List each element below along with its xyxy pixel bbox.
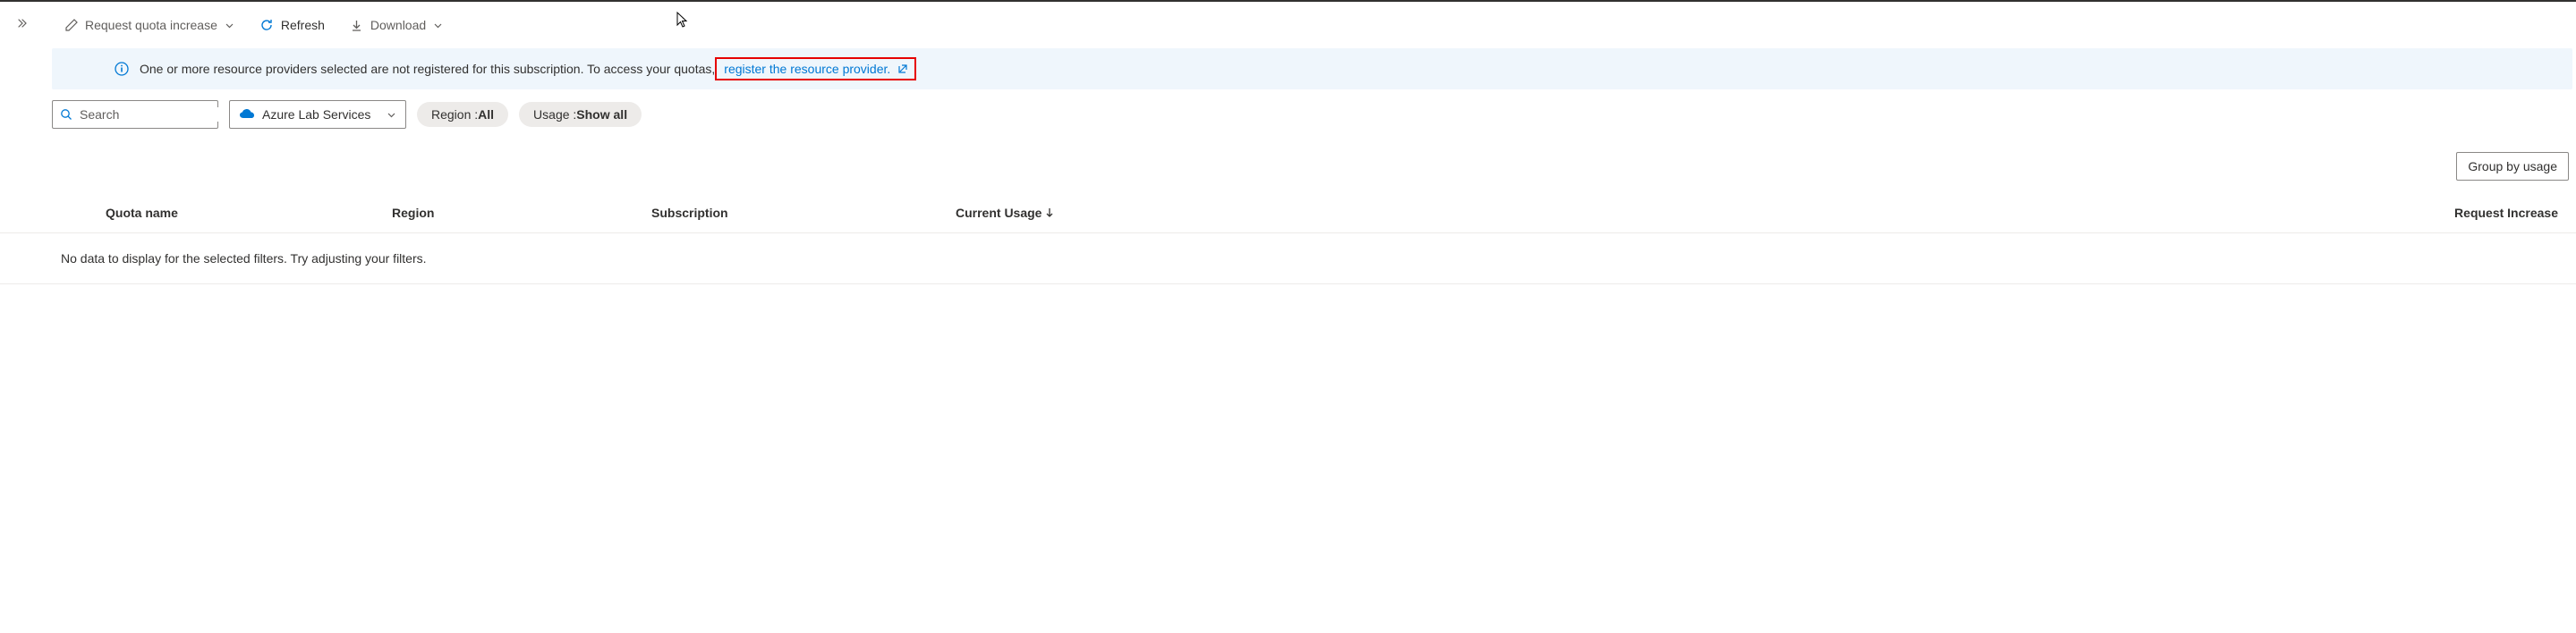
- filters-row: Azure Lab Services Region : All Usage : …: [0, 89, 2576, 139]
- refresh-icon: [259, 18, 274, 32]
- column-current-usage[interactable]: Current Usage: [956, 206, 1510, 220]
- column-current-usage-label: Current Usage: [956, 206, 1041, 220]
- info-icon: [115, 62, 129, 76]
- external-link-icon: [896, 63, 907, 75]
- pencil-icon: [64, 19, 78, 32]
- usage-filter-pill[interactable]: Usage : Show all: [519, 102, 642, 127]
- group-by-row: Group by usage: [0, 139, 2576, 193]
- provider-dropdown[interactable]: Azure Lab Services: [229, 100, 406, 129]
- register-provider-link-highlight: register the resource provider.: [715, 57, 916, 80]
- column-region[interactable]: Region: [392, 206, 651, 220]
- region-filter-value: All: [478, 107, 494, 122]
- banner-message: One or more resource providers selected …: [140, 62, 715, 76]
- usage-filter-value: Show all: [576, 107, 627, 122]
- table-header: Quota name Region Subscription Current U…: [0, 193, 2576, 233]
- chevron-down-icon: [433, 21, 443, 30]
- refresh-button[interactable]: Refresh: [251, 13, 334, 38]
- download-button[interactable]: Download: [341, 13, 452, 38]
- register-provider-link[interactable]: register the resource provider.: [724, 62, 890, 76]
- azure-cloud-icon: [239, 108, 255, 121]
- column-request-increase[interactable]: Request Increase: [1510, 206, 2576, 220]
- column-subscription[interactable]: Subscription: [651, 206, 956, 220]
- info-banner: One or more resource providers selected …: [52, 48, 2572, 89]
- region-filter-pill[interactable]: Region : All: [417, 102, 508, 127]
- search-icon: [60, 108, 72, 121]
- download-label: Download: [370, 18, 426, 32]
- region-filter-label: Region :: [431, 107, 478, 122]
- request-quota-button[interactable]: Request quota increase: [55, 13, 243, 38]
- usage-filter-label: Usage :: [533, 107, 576, 122]
- toolbar: Request quota increase Refresh Download: [0, 2, 2576, 48]
- chevron-down-icon: [225, 21, 234, 30]
- sort-down-icon: [1045, 207, 1054, 218]
- search-input-container[interactable]: [52, 100, 218, 129]
- download-icon: [350, 19, 363, 32]
- chevron-down-icon: [387, 110, 396, 120]
- empty-state-message: No data to display for the selected filt…: [0, 233, 2576, 284]
- provider-label: Azure Lab Services: [262, 107, 370, 122]
- expand-chevron-icon[interactable]: [16, 18, 29, 30]
- request-quota-label: Request quota increase: [85, 18, 217, 32]
- group-by-label: Group by usage: [2468, 159, 2557, 173]
- column-quota-name[interactable]: Quota name: [52, 206, 392, 220]
- register-provider-link-text: register the resource provider.: [724, 62, 890, 76]
- group-by-dropdown[interactable]: Group by usage: [2456, 152, 2569, 181]
- refresh-label: Refresh: [281, 18, 325, 32]
- search-input[interactable]: [80, 107, 242, 122]
